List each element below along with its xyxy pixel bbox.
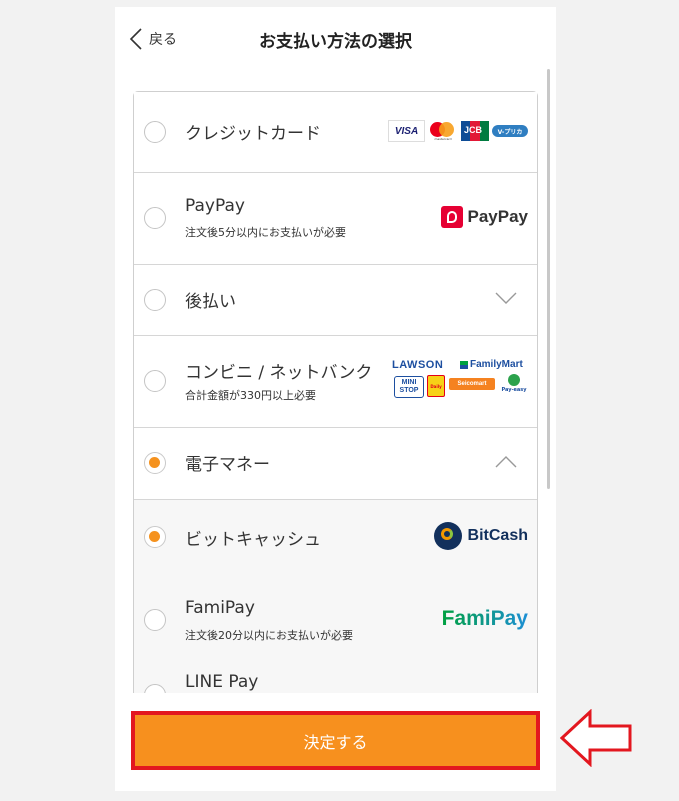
submethod-label: LINE Pay bbox=[185, 672, 259, 692]
method-label: PayPay bbox=[185, 196, 245, 216]
submethod-note: 注文後20分以内にお支払いが必要 bbox=[185, 629, 353, 642]
method-label: 電子マネー bbox=[185, 455, 270, 475]
radio-convenience-store[interactable] bbox=[144, 370, 166, 392]
method-note: 合計金額が330円以上必要 bbox=[185, 389, 316, 402]
radio-bitcash[interactable] bbox=[144, 526, 166, 548]
method-label: クレジットカード bbox=[185, 124, 321, 144]
scrollbar[interactable] bbox=[547, 69, 550, 489]
convenience-logos: LAWSON FamilyMart MINI STOP Daily Seicom… bbox=[392, 359, 528, 401]
paypay-logo: PayPay bbox=[440, 206, 528, 228]
method-label: コンビニ / ネットバンク bbox=[185, 363, 373, 383]
method-credit-card[interactable]: クレジットカード VISA mastercard JCB V-プリカ bbox=[134, 92, 537, 173]
bitcash-logo: BitCash bbox=[433, 522, 528, 550]
radio-linepay[interactable] bbox=[144, 684, 166, 693]
card-logos: VISA mastercard JCB V-プリカ bbox=[388, 120, 528, 142]
vpreca-logo: V-プリカ bbox=[492, 125, 528, 137]
method-convenience-store[interactable]: コンビニ / ネットバンク 合計金額が330円以上必要 LAWSON Famil… bbox=[134, 336, 537, 428]
method-label: 後払い bbox=[185, 292, 236, 312]
paypay-icon bbox=[440, 206, 463, 228]
radio-paypay[interactable] bbox=[144, 207, 166, 229]
famipay-logo: FamiPay bbox=[441, 607, 528, 630]
jcb-logo: JCB bbox=[461, 121, 489, 141]
daily-logo: Daily bbox=[427, 375, 445, 397]
method-e-money[interactable]: 電子マネー bbox=[134, 428, 537, 500]
submethod-linepay[interactable]: LINE Pay bbox=[134, 662, 537, 693]
radio-deferred-payment[interactable] bbox=[144, 289, 166, 311]
submethod-bitcash[interactable]: ビットキャッシュ BitCash bbox=[134, 500, 537, 574]
payment-method-list: クレジットカード VISA mastercard JCB V-プリカ PayPa… bbox=[133, 91, 538, 693]
familymart-logo: FamilyMart bbox=[460, 359, 523, 370]
radio-famipay[interactable] bbox=[144, 609, 166, 631]
submit-button[interactable]: 決定する bbox=[131, 711, 540, 770]
mastercard-logo: mastercard bbox=[428, 121, 458, 141]
submethod-famipay[interactable]: FamiPay 注文後20分以内にお支払いが必要 FamiPay bbox=[134, 574, 537, 662]
payment-panel: 戻る お支払い方法の選択 クレジットカード VISA mastercard JC… bbox=[115, 7, 556, 791]
method-deferred-payment[interactable]: 後払い bbox=[134, 265, 537, 336]
radio-e-money[interactable] bbox=[144, 452, 166, 474]
chevron-down-icon[interactable] bbox=[495, 292, 517, 304]
payeasy-logo: Pay-easy bbox=[501, 374, 527, 396]
header: 戻る お支払い方法の選択 bbox=[115, 7, 556, 71]
ministop-logo: MINI STOP bbox=[394, 376, 424, 398]
method-note: 注文後5分以内にお支払いが必要 bbox=[185, 226, 346, 239]
lawson-logo: LAWSON bbox=[392, 359, 444, 371]
bitcash-icon bbox=[433, 522, 462, 550]
radio-credit-card[interactable] bbox=[144, 121, 166, 143]
visa-logo: VISA bbox=[388, 120, 425, 142]
method-paypay[interactable]: PayPay 注文後5分以内にお支払いが必要 PayPay bbox=[134, 173, 537, 265]
page-title: お支払い方法の選択 bbox=[259, 32, 412, 52]
chevron-up-icon[interactable] bbox=[495, 456, 517, 468]
payment-methods-scroll[interactable]: クレジットカード VISA mastercard JCB V-プリカ PayPa… bbox=[115, 71, 556, 693]
left-arrow-outline-icon bbox=[560, 709, 632, 767]
seicomart-logo: Seicomart bbox=[449, 378, 495, 390]
submethod-label: FamiPay bbox=[185, 598, 255, 618]
submethod-label: ビットキャッシュ bbox=[185, 530, 321, 550]
submit-label: 決定する bbox=[303, 732, 368, 752]
